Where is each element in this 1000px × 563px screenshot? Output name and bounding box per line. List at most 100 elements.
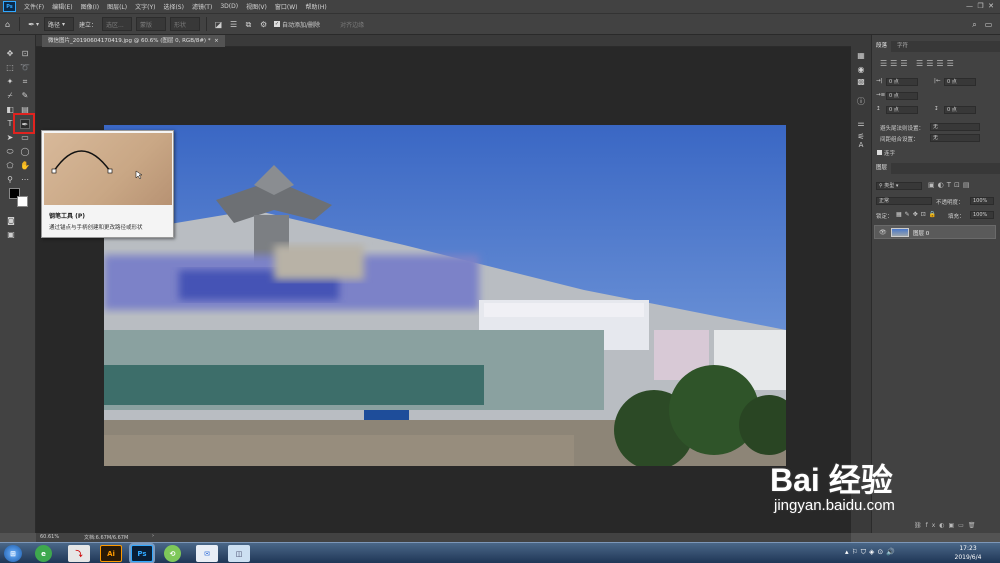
opacity-field[interactable]: 100% [970, 197, 994, 205]
window-controls[interactable]: — ❐ ✕ [966, 2, 994, 10]
background-color-swatch[interactable] [17, 196, 28, 207]
move-tool-icon[interactable]: ✥ [5, 49, 15, 59]
fill-label: 填充： [948, 214, 965, 220]
avoid-rule-select[interactable]: 无 [930, 123, 980, 131]
space-before-field[interactable]: 0 点 [886, 106, 918, 114]
fill-field[interactable]: 100% [970, 211, 994, 219]
home-icon: ⌂ [4, 19, 11, 29]
workspace-button[interactable]: ▭ [981, 17, 996, 31]
path-select-icon[interactable]: ➤ [5, 133, 15, 143]
rectangle-tool-icon[interactable]: ▭ [20, 133, 30, 143]
lock-icons[interactable]: ▦✎✥⊡🔒 [896, 211, 939, 218]
auto-add-delete-checkbox[interactable]: ✓ 自动添加/删除 [271, 17, 323, 31]
path-operations-icon: ◪ [214, 19, 223, 29]
spacing-select[interactable]: 无 [930, 134, 980, 142]
make-selection-button[interactable]: 选区... [102, 17, 133, 31]
system-tray-icons[interactable]: ▴⚐⛉◈⊙🔊 [845, 548, 898, 557]
zoom-tool-icon[interactable]: ⚲ [5, 175, 15, 185]
quick-mask-icon[interactable]: ◙ [6, 216, 16, 226]
menu-image[interactable]: 图像(I) [77, 2, 103, 11]
path-arrangement-icon: ⧉ [245, 19, 252, 29]
taskbar-photoshop-icon[interactable]: Ps [131, 545, 153, 562]
menu-edit[interactable]: 编辑(E) [48, 2, 76, 11]
status-bar: 60.61% 文档:6.67M/6.67M › [36, 533, 851, 542]
character-icon[interactable]: A [856, 140, 866, 150]
search-button[interactable]: ⌕ [967, 17, 982, 31]
zoom-level[interactable]: 60.61% [40, 534, 59, 540]
tool-preset-picker[interactable]: ✒ ▾ [24, 17, 42, 31]
menu-layer[interactable]: 图层(L) [103, 2, 131, 11]
tooltip-preview-image [44, 133, 172, 205]
color-wheel-icon[interactable]: ◉ [856, 65, 866, 75]
tab-layers[interactable]: 图层 [872, 163, 892, 174]
taskbar-window-icon[interactable]: ◫ [228, 545, 250, 562]
menu-file[interactable]: 文件(F) [20, 2, 48, 11]
artboard-tool-icon[interactable]: ⊡ [20, 49, 30, 59]
paragraph-align-buttons[interactable]: ☰☰☰ ☰☰☰☰ [880, 59, 957, 68]
layer-filter-icons[interactable]: ▣◐T⊡▤ [928, 181, 972, 189]
taskbar-browser-icon[interactable]: e [35, 545, 52, 562]
taskbar-illustrator-icon[interactable]: Ai [100, 545, 122, 562]
document-size: 文档:6.67M/6.67M [84, 535, 129, 541]
tab-paragraph[interactable]: 段落 [872, 41, 892, 52]
hand-tool-icon[interactable]: ✋ [20, 161, 30, 171]
blend-mode-select[interactable]: 正常 [876, 197, 932, 205]
tab-character[interactable]: 字符 [893, 41, 912, 52]
start-button[interactable]: ⊞ [4, 545, 22, 562]
taskbar-pdf-icon[interactable]: ⤵ [68, 545, 90, 562]
windows-taskbar: ⊞ e ⤵ Ai Ps ⟲ ✉ ◫ ▴⚐⛉◈⊙🔊 17:23 2019/6/4 [0, 542, 1000, 563]
lasso-tool-icon[interactable]: ➰ [20, 63, 30, 73]
space-after-field[interactable]: 0 点 [944, 106, 976, 114]
info-icon[interactable]: ⓘ [856, 97, 866, 107]
layer-name[interactable]: 图层 0 [913, 229, 929, 237]
menu-3d[interactable]: 3D(D) [216, 3, 242, 10]
indent-right-field[interactable]: 0 点 [944, 78, 976, 86]
search-icon: ⌕ [972, 19, 977, 29]
history-icon[interactable]: ▦ [856, 51, 866, 61]
document-image[interactable] [104, 125, 786, 466]
make-mask-button[interactable]: 蒙版 [136, 17, 167, 31]
close-icon[interactable]: × [214, 38, 219, 44]
path-arrangement-button[interactable]: ⧉ [241, 17, 256, 31]
menu-help[interactable]: 帮助(H) [302, 2, 331, 11]
clock-time[interactable]: 17:23 [948, 545, 988, 552]
path-alignment-icon: ☰ [229, 19, 238, 29]
first-line-indent-field[interactable]: 0 点 [886, 92, 918, 100]
document-tab[interactable]: 微信图片_20190604170419.jpg @ 60.6% (图层 0, R… [42, 35, 225, 47]
menu-filter[interactable]: 滤镜(T) [188, 2, 216, 11]
magic-wand-icon[interactable]: ✦ [5, 77, 15, 87]
home-button[interactable]: ⌂ [0, 17, 15, 31]
settings-button[interactable]: ⚙ [256, 17, 271, 31]
brush-tool-icon[interactable]: ✎ [20, 91, 30, 101]
ellipse-tool-icon[interactable]: ⬭ [5, 147, 15, 157]
menu-select[interactable]: 选择(S) [159, 2, 188, 11]
photoshop-logo-icon: Ps [3, 1, 16, 12]
hyphenate-checkbox[interactable]: 连字 [877, 149, 895, 157]
visibility-eye-icon[interactable]: 👁 [879, 229, 887, 236]
screen-mode-icon[interactable]: ▣ [6, 230, 16, 240]
align-edges-checkbox[interactable]: 对齐边缘 [337, 17, 367, 31]
marquee-tool-icon[interactable]: ⬚ [5, 63, 15, 73]
adjustments-icon[interactable]: ⚌ [856, 119, 866, 129]
pen-mode-select[interactable]: 路径 ▾ [44, 17, 75, 31]
chevron-right-icon[interactable]: › [152, 533, 154, 539]
layer-thumbnail [891, 228, 909, 237]
taskbar-mail-icon[interactable]: ✉ [196, 545, 218, 562]
menu-type[interactable]: 文字(Y) [131, 2, 159, 11]
custom-shape-icon[interactable]: ⬠ [5, 161, 15, 171]
path-operations-button[interactable]: ◪ [211, 17, 226, 31]
crop-tool-icon[interactable]: ⌗ [20, 77, 30, 87]
layer-row[interactable]: 👁 图层 0 [874, 225, 996, 239]
indent-left-field[interactable]: 0 点 [886, 78, 918, 86]
menu-view[interactable]: 视图(V) [242, 2, 271, 11]
taskbar-app-icon[interactable]: ⟲ [164, 545, 181, 562]
more-tools-icon[interactable]: ⋯ [20, 175, 30, 185]
clock-date[interactable]: 2019/6/4 [948, 554, 988, 561]
eyedropper-icon[interactable]: ⌿ [5, 91, 15, 101]
path-alignment-button[interactable]: ☰ [226, 17, 241, 31]
ellipse-shape-icon[interactable]: ◯ [20, 147, 30, 157]
swatches-icon[interactable]: ▩ [856, 77, 866, 87]
layer-filter-select[interactable]: ⚲ 类型 ▾ [876, 182, 922, 190]
make-shape-button[interactable]: 形状 [170, 17, 201, 31]
menu-window[interactable]: 窗口(W) [271, 2, 302, 11]
